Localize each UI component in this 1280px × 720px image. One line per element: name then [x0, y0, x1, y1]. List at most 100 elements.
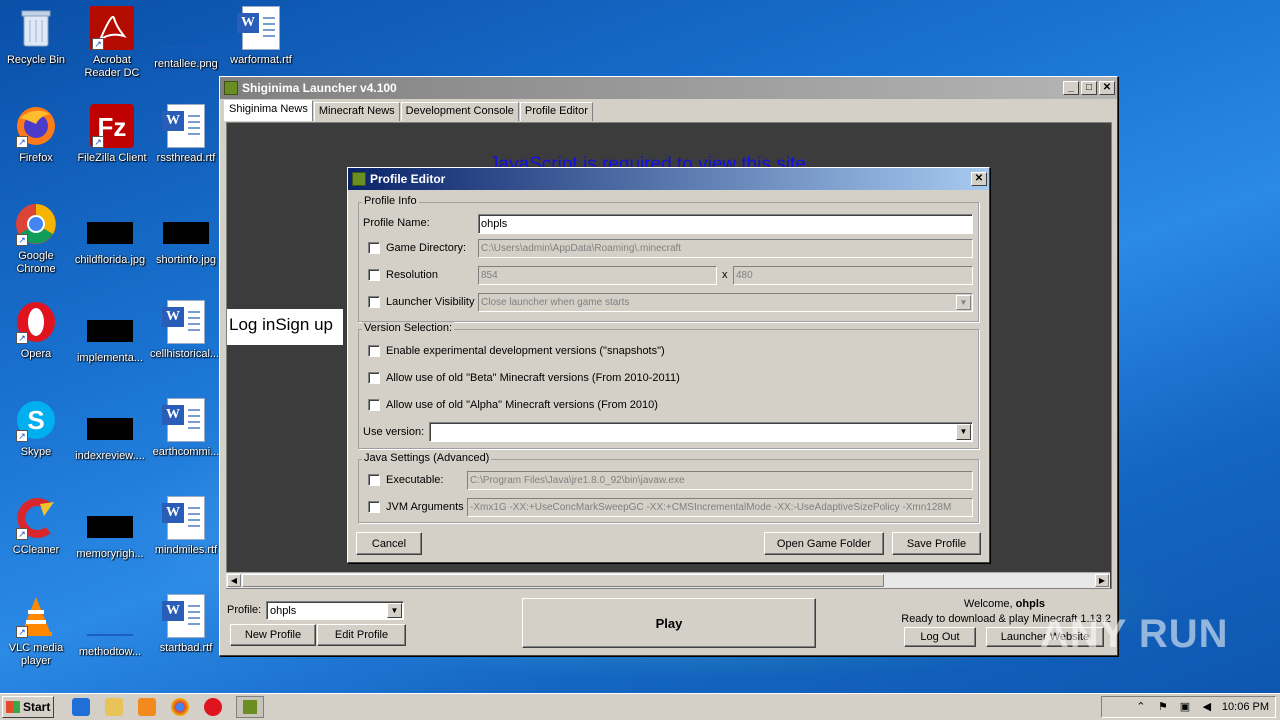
word-document-icon: W	[162, 104, 205, 148]
desktop-icon-rtf[interactable]: W cellhistorical....	[150, 300, 222, 361]
tab-shiginima-news[interactable]: Shiginima News	[224, 100, 313, 121]
jvm-arguments-field[interactable]: -Xmx1G -XX:+UseConcMarkSweepGC -XX:+CMSI…	[467, 498, 973, 517]
beta-checkbox[interactable]	[368, 372, 380, 384]
profile-select[interactable]: ohpls ▼	[266, 601, 404, 620]
use-version-select[interactable]: ▼	[429, 422, 973, 442]
chevron-down-icon[interactable]: ▼	[956, 424, 971, 440]
minimize-button[interactable]: _	[1063, 81, 1079, 95]
desktop-icon-rtf[interactable]: W mindmiles.rtf	[150, 496, 222, 557]
desktop-icon-filezilla[interactable]: Fz ↗ FileZilla Client	[76, 104, 148, 165]
desktop-icon-recycle-bin[interactable]: Recycle Bin	[0, 6, 72, 67]
executable-checkbox[interactable]	[368, 474, 380, 486]
launcher-titlebar[interactable]: Shiginima Launcher v4.100 _ □ ✕	[220, 77, 1117, 99]
tab-minecraft-news[interactable]: Minecraft News	[313, 102, 400, 121]
vlc-icon: ↗	[14, 594, 58, 638]
desktop-icon-file[interactable]: methodtow...	[74, 602, 146, 659]
open-game-folder-button[interactable]: Open Game Folder	[764, 532, 884, 555]
opera-taskbar-icon[interactable]	[204, 698, 222, 716]
svg-text:S: S	[27, 405, 44, 435]
scroll-right-icon[interactable]: ▶	[1095, 574, 1109, 587]
watermark: ANY RUN	[1040, 612, 1229, 656]
chevron-up-icon[interactable]: ⌃	[1134, 701, 1148, 713]
chevron-down-icon[interactable]: ▼	[387, 603, 402, 618]
alpha-row: Allow use of old "Alpha" Minecraft versi…	[368, 399, 658, 411]
tab-development-console[interactable]: Development Console	[400, 102, 519, 121]
desktop-icon-file[interactable]: rentallee.png	[150, 6, 222, 71]
desktop-icon-label: earthcommi...	[152, 446, 220, 458]
version-selection-legend: Version Selection:	[362, 322, 455, 334]
desktop-icon-rtf[interactable]: W warformat.rtf	[225, 6, 297, 67]
image-thumbnail	[163, 46, 209, 48]
save-profile-button[interactable]: Save Profile	[892, 532, 981, 555]
grass-block-icon	[224, 81, 238, 95]
volume-icon[interactable]: ◀	[1200, 701, 1214, 713]
windows-logo-icon	[6, 701, 20, 713]
media-player-icon[interactable]	[138, 698, 156, 716]
chrome-icon: ↗	[14, 202, 58, 246]
desktop-icon-rtf[interactable]: W rssthread.rtf	[150, 104, 222, 165]
edit-profile-button[interactable]: Edit Profile	[317, 624, 406, 646]
launcher-bottom-bar: Profile: ohpls ▼ New Profile Edit Profil…	[220, 592, 1117, 656]
desktop-icon-file[interactable]: implementa...	[74, 308, 146, 365]
jvm-arguments-checkbox[interactable]	[368, 501, 380, 513]
profile-name-label: Profile Name:	[363, 217, 430, 229]
launcher-visibility-checkbox[interactable]	[368, 296, 380, 308]
internet-explorer-icon[interactable]	[72, 698, 90, 716]
resolution-height-field[interactable]: 480	[733, 266, 973, 285]
desktop-icon-label: Opera	[20, 348, 52, 360]
dialog-close-button[interactable]: ✕	[971, 172, 987, 186]
horizontal-scrollbar[interactable]: ◀ ▶	[226, 572, 1110, 588]
desktop-icon-file[interactable]: memoryrigh...	[74, 504, 146, 561]
recycle-bin-icon	[14, 6, 58, 50]
folder-icon[interactable]	[105, 698, 123, 716]
system-tray: ⌃ ⚑ ▣ ◀ 10:06 PM	[1101, 696, 1276, 718]
desktop-icon-acrobat[interactable]: ↗ Acrobat Reader DC	[76, 6, 148, 80]
desktop-icon-file[interactable]: childflorida.jpg	[74, 210, 146, 267]
desktop-icon-label: VLC media player	[8, 642, 64, 667]
play-button[interactable]: Play	[522, 598, 816, 648]
desktop-icon-file[interactable]: indexreview....	[74, 406, 146, 463]
desktop-icon-chrome[interactable]: ↗ Google Chrome	[0, 202, 72, 276]
resolution-x: x	[722, 269, 728, 281]
profile-name-input[interactable]: ohpls	[478, 214, 973, 234]
maximize-button[interactable]: □	[1081, 81, 1097, 95]
word-document-icon: W	[162, 398, 205, 442]
desktop-icon-opera[interactable]: ↗ Opera	[0, 300, 72, 361]
dialog-title: Profile Editor	[370, 172, 446, 186]
desktop-icon-file[interactable]: shortinfo.jpg	[150, 210, 222, 267]
resolution-width-field[interactable]: 854	[478, 266, 717, 285]
launcher-taskbar-button[interactable]	[236, 696, 264, 718]
scroll-thumb[interactable]	[242, 574, 884, 587]
desktop-icon-firefox[interactable]: ↗ Firefox	[0, 104, 72, 165]
desktop-icon-rtf[interactable]: W startbad.rtf	[150, 594, 222, 655]
desktop-icon-ccleaner[interactable]: ↗ CCleaner	[0, 496, 72, 557]
launcher-visibility-row: Launcher Visibility	[368, 296, 474, 308]
new-profile-button[interactable]: New Profile	[230, 624, 316, 646]
game-directory-field[interactable]: C:\Users\admin\AppData\Roaming\.minecraf…	[478, 239, 973, 258]
dialog-titlebar[interactable]: Profile Editor ✕	[348, 168, 989, 190]
log-out-button[interactable]: Log Out	[904, 627, 976, 647]
tab-profile-editor[interactable]: Profile Editor	[519, 102, 593, 121]
desktop-icon-skype[interactable]: S ↗ Skype	[0, 398, 72, 459]
scroll-left-icon[interactable]: ◀	[227, 574, 241, 587]
desktop-icon-label: mindmiles.rtf	[154, 544, 218, 556]
resolution-checkbox[interactable]	[368, 269, 380, 281]
taskbar: Start ⌃ ⚑ ▣ ◀ 10:06 PM	[0, 693, 1280, 720]
start-button[interactable]: Start	[2, 696, 54, 718]
cancel-button[interactable]: Cancel	[356, 532, 422, 555]
login-signup-text[interactable]: Log inSign up	[227, 309, 343, 345]
desktop-icon-rtf[interactable]: W earthcommi...	[150, 398, 222, 459]
network-icon[interactable]: ▣	[1178, 701, 1192, 713]
game-directory-checkbox[interactable]	[368, 242, 380, 254]
close-button[interactable]: ✕	[1099, 81, 1115, 95]
snapshots-row: Enable experimental development versions…	[368, 345, 665, 357]
launcher-visibility-select[interactable]: Close launcher when game starts ▼	[478, 293, 973, 312]
alpha-checkbox[interactable]	[368, 399, 380, 411]
chrome-taskbar-icon[interactable]	[171, 698, 189, 716]
desktop-icon-vlc[interactable]: ↗ VLC media player	[0, 594, 72, 668]
executable-field[interactable]: C:\Program Files\Java\jre1.8.0_92\bin\ja…	[467, 471, 973, 490]
flag-icon[interactable]: ⚑	[1156, 701, 1170, 713]
clock[interactable]: 10:06 PM	[1222, 701, 1269, 713]
snapshots-checkbox[interactable]	[368, 345, 380, 357]
desktop-icon-label: shortinfo.jpg	[156, 254, 216, 266]
